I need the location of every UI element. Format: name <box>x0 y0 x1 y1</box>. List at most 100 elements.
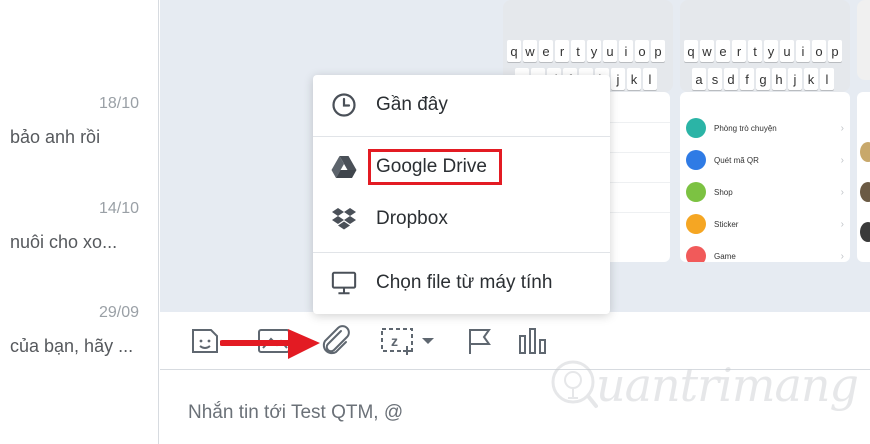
key: r <box>555 40 569 62</box>
key: k <box>627 68 641 90</box>
menu-item-label: Dropbox <box>376 208 448 229</box>
list-item: Shop › <box>680 176 850 208</box>
chevron-right-icon: › <box>840 122 844 134</box>
key: a <box>692 68 706 90</box>
menu-item-label: Gần đây <box>376 94 448 115</box>
conversation-item[interactable]: 29/09 của bạn, hãy ... <box>0 304 159 384</box>
key: o <box>812 40 826 62</box>
menu-divider <box>313 136 610 137</box>
key: w <box>700 40 714 62</box>
chevron-right-icon: › <box>840 154 844 166</box>
conversation-item[interactable]: 18/10 bảo anh rồi <box>0 95 159 175</box>
keyboard-row: q w e r t y u i o p <box>684 40 842 62</box>
key: r <box>732 40 746 62</box>
conversation-date: 29/09 <box>98 304 139 321</box>
flag-icon <box>469 329 491 354</box>
chevron-right-icon: › <box>840 186 844 198</box>
key: u <box>780 40 794 62</box>
conversation-item[interactable]: 14/10 nuôi cho xo... <box>0 200 159 280</box>
shop-icon <box>686 182 706 202</box>
message-input-placeholder: Nhắn tin tới Test QTM, @ <box>188 402 404 423</box>
game-icon <box>686 246 706 262</box>
key: e <box>716 40 730 62</box>
key: y <box>764 40 778 62</box>
app-root: 18/10 bảo anh rồi 14/10 nuôi cho xo... 2… <box>0 0 870 444</box>
chat-image[interactable]: q w e r t y u i o p a s d f g h <box>680 0 850 92</box>
key: j <box>788 68 802 90</box>
list-item: Game › <box>680 240 850 262</box>
sticker-icon <box>192 329 218 353</box>
key: i <box>796 40 810 62</box>
chat-image[interactable]: Phòng trò chuyện › Quét mã QR › Shop › S… <box>680 92 850 262</box>
key: f <box>740 68 754 90</box>
sticker-icon <box>686 214 706 234</box>
list-item-label: Game <box>714 251 736 261</box>
key: l <box>643 68 657 90</box>
key: o <box>635 40 649 62</box>
menu-item-dropbox[interactable]: Dropbox <box>313 193 610 245</box>
conversation-preview: nuôi cho xo... <box>10 232 118 252</box>
watermark-text: uantrimang <box>596 358 859 412</box>
list-item-label: Phòng trò chuyện <box>714 123 777 133</box>
menu-item-local-file[interactable]: Chọn file từ máy tính <box>313 257 610 309</box>
key: q <box>684 40 698 62</box>
key: w <box>523 40 537 62</box>
annotation-arrow <box>220 329 320 359</box>
key: s <box>708 68 722 90</box>
flag-button[interactable] <box>462 326 496 356</box>
list-item-label: Shop <box>714 187 733 197</box>
key: p <box>828 40 842 62</box>
list-item-label: Sticker <box>714 219 739 229</box>
key: j <box>611 68 625 90</box>
chat-room-icon <box>686 118 706 138</box>
screenshot-icon: z <box>381 328 434 355</box>
key: g <box>756 68 770 90</box>
conversation-date: 18/10 <box>98 95 139 112</box>
key: d <box>724 68 738 90</box>
key: k <box>804 68 818 90</box>
list-item: Phòng trò chuyện › <box>680 112 850 144</box>
dropbox-icon <box>331 206 357 232</box>
screenshot-button[interactable]: z <box>380 326 438 356</box>
clock-icon <box>331 92 357 118</box>
keyboard-row: q w e r t y u i o p <box>507 40 665 62</box>
conversation-list: 18/10 bảo anh rồi 14/10 nuôi cho xo... 2… <box>0 0 159 444</box>
menu-divider <box>313 252 610 253</box>
poll-button[interactable] <box>516 326 550 356</box>
bulb-icon <box>551 360 598 408</box>
conversation-preview: bảo anh rồi <box>10 127 101 147</box>
highlight-box <box>368 149 502 185</box>
list-item: Sticker › <box>680 208 850 240</box>
key: y <box>587 40 601 62</box>
key: t <box>748 40 762 62</box>
key: t <box>571 40 585 62</box>
monitor-icon <box>331 270 357 296</box>
chevron-right-icon: › <box>840 218 844 230</box>
keyboard-row: a s d f g h j k l <box>692 68 834 90</box>
poll-icon <box>519 328 546 354</box>
watermark-logo: uantrimang <box>548 350 868 420</box>
menu-item-recent[interactable]: Gần đây <box>313 79 610 131</box>
chat-image[interactable] <box>857 92 870 262</box>
chat-image[interactable] <box>857 0 870 80</box>
key: h <box>772 68 786 90</box>
key: l <box>820 68 834 90</box>
attach-menu: Gần đây Google Drive Dropbox Chọn file t… <box>313 75 610 314</box>
key: p <box>651 40 665 62</box>
list-item: Quét mã QR › <box>680 144 850 176</box>
sticker-button[interactable] <box>188 326 222 356</box>
conversation-preview: của bạn, hãy ... <box>10 336 134 356</box>
qr-icon <box>686 150 706 170</box>
key: i <box>619 40 633 62</box>
list-item-label: Quét mã QR <box>714 155 759 165</box>
svg-text:z: z <box>391 333 398 349</box>
google-drive-icon <box>331 154 357 180</box>
chevron-right-icon: › <box>840 250 844 262</box>
conversation-date: 14/10 <box>98 200 139 217</box>
key: q <box>507 40 521 62</box>
menu-item-label: Chọn file từ máy tính <box>376 272 553 293</box>
menu-item-google-drive[interactable]: Google Drive <box>313 141 610 193</box>
key: u <box>603 40 617 62</box>
chat-image[interactable] <box>600 92 670 262</box>
key: e <box>539 40 553 62</box>
